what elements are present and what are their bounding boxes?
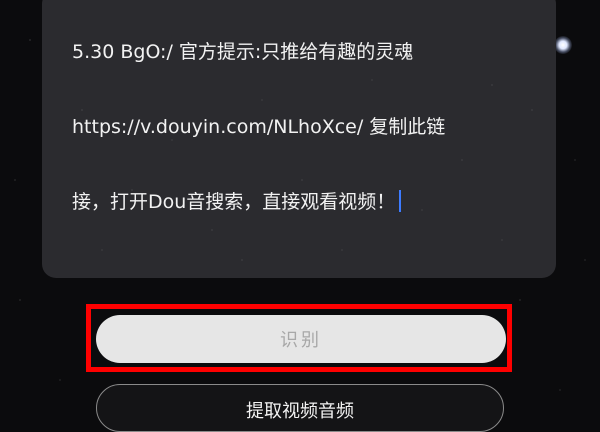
extract-audio-button[interactable]: 提取视频音频 <box>96 384 504 432</box>
share-text-line-3: 接，打开Dou音搜索，直接观看视频！ <box>72 190 532 215</box>
text-cursor <box>399 190 402 212</box>
share-text-line-1: 5.30 BgO:/ 官方提示:只推给有趣的灵魂 <box>72 41 414 63</box>
recognize-button[interactable]: 识别 <box>96 315 506 363</box>
recognize-button-label: 识别 <box>280 330 322 351</box>
extract-audio-button-label: 提取视频音频 <box>246 401 354 422</box>
share-text[interactable]: 5.30 BgO:/ 官方提示:只推给有趣的灵魂 https://v.douyi… <box>72 0 532 265</box>
share-text-line-3-text: 接，打开Dou音搜索，直接观看视频！ <box>72 191 396 213</box>
text-input-area[interactable]: 5.30 BgO:/ 官方提示:只推给有趣的灵魂 https://v.douyi… <box>42 0 556 278</box>
share-text-line-2: https://v.douyin.com/NLhoXce/ 复制此链 <box>72 116 446 138</box>
bright-star <box>554 36 572 54</box>
